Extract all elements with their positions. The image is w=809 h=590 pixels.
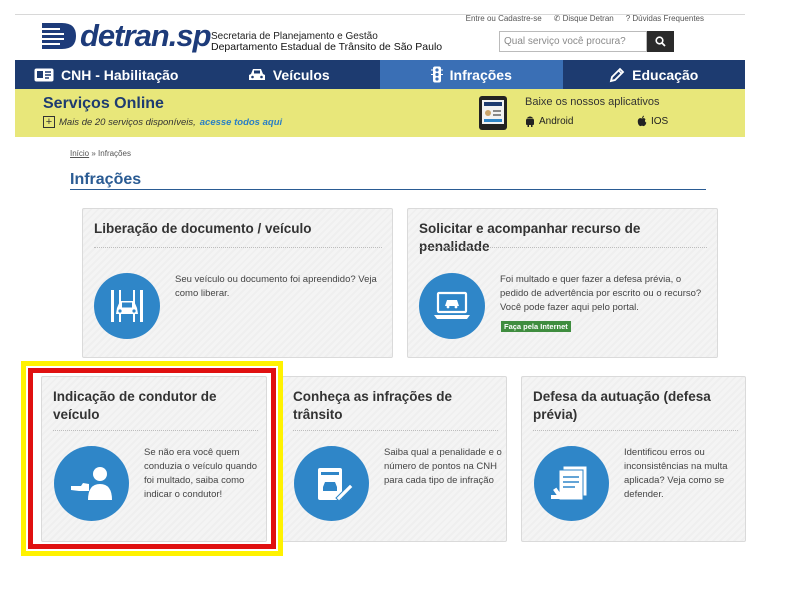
main-nav: CNH - Habilitação Veículos Infrações Edu… bbox=[15, 60, 745, 89]
search-icon bbox=[655, 36, 666, 47]
card-description: Identificou erros ou inconsistências na … bbox=[624, 447, 728, 500]
nav-cnh[interactable]: CNH - Habilitação bbox=[15, 60, 198, 89]
services-title: Serviços Online bbox=[43, 95, 164, 112]
car-release-icon bbox=[94, 273, 160, 339]
card-title: Conheça as infrações de trânsito bbox=[293, 389, 453, 422]
nav-educacao-label: Educação bbox=[632, 66, 699, 83]
logo-emblem-icon bbox=[42, 23, 76, 49]
license-card-icon bbox=[34, 68, 54, 81]
top-links: Entre ou Cadastre-se ✆ Disque Detran ? D… bbox=[466, 14, 704, 23]
card-title: Defesa da autuação (defesa prévia) bbox=[533, 389, 711, 422]
card-title: Liberação de documento / veículo bbox=[94, 221, 312, 236]
nav-veiculos[interactable]: Veículos bbox=[198, 60, 381, 89]
phone-link[interactable]: ✆ Disque Detran bbox=[554, 14, 614, 23]
apple-icon bbox=[637, 115, 647, 127]
nav-infracoes-label: Infrações bbox=[449, 66, 512, 83]
card-description: Foi multado e quer fazer a defesa prévia… bbox=[500, 274, 702, 313]
breadcrumb-current: Infrações bbox=[98, 149, 131, 158]
car-icon bbox=[248, 68, 265, 80]
login-link[interactable]: Entre ou Cadastre-se bbox=[466, 14, 542, 23]
search-button[interactable] bbox=[647, 31, 674, 52]
services-count-text: Mais de 20 serviços disponíveis, bbox=[59, 116, 196, 128]
card-title: Solicitar e acompanhar recurso de penali… bbox=[419, 221, 641, 254]
services-subtitle: + Mais de 20 serviços disponíveis, acess… bbox=[43, 116, 282, 128]
card-recurso[interactable]: Solicitar e acompanhar recurso de penali… bbox=[407, 208, 718, 358]
search-bar bbox=[499, 31, 675, 52]
phone-icon: ✆ bbox=[553, 14, 563, 23]
android-link[interactable]: Android bbox=[525, 115, 573, 127]
ios-label: IOS bbox=[651, 115, 669, 127]
android-icon bbox=[526, 116, 534, 127]
card-divider bbox=[293, 430, 498, 431]
android-label: Android bbox=[539, 115, 574, 127]
breadcrumb: Início » Infrações bbox=[70, 149, 131, 158]
card-description: Saiba qual a penalidade e o número de po… bbox=[384, 447, 502, 486]
department-line2: Departamento Estadual de Trânsito de São… bbox=[211, 41, 443, 53]
card-divider bbox=[533, 430, 738, 431]
plus-icon[interactable]: + bbox=[43, 116, 55, 128]
breadcrumb-home[interactable]: Início bbox=[70, 149, 89, 158]
card-liberacao[interactable]: Liberação de documento / veículo Seu veí… bbox=[82, 208, 393, 358]
card-infracoes[interactable]: Conheça as infrações de trânsito Saiba q… bbox=[281, 376, 507, 542]
phone-app-icon bbox=[479, 96, 507, 130]
faq-link-label: Dúvidas Frequentes bbox=[632, 14, 704, 23]
document-pen-icon bbox=[294, 446, 369, 521]
services-all-link[interactable]: acesse todos aqui bbox=[200, 117, 282, 128]
highlight-frame-red bbox=[28, 368, 276, 549]
ios-link[interactable]: IOS bbox=[637, 115, 668, 127]
card-divider bbox=[94, 247, 382, 248]
nav-educacao[interactable]: Educação bbox=[563, 60, 746, 89]
card-description: Seu veículo ou documento foi apreendido?… bbox=[175, 274, 377, 299]
logo-text: detran.sp bbox=[80, 18, 212, 53]
page-title: Infrações bbox=[70, 171, 142, 188]
card-divider bbox=[419, 247, 707, 248]
traffic-light-icon bbox=[430, 66, 443, 83]
services-banner: Serviços Online + Mais de 20 serviços di… bbox=[15, 89, 745, 137]
nav-cnh-label: CNH - Habilitação bbox=[61, 66, 179, 83]
card-defesa[interactable]: Defesa da autuação (defesa prévia) Ident… bbox=[521, 376, 746, 542]
search-input[interactable] bbox=[499, 31, 647, 52]
nav-veiculos-label: Veículos bbox=[272, 66, 330, 83]
apps-title: Baixe os nossos aplicativos bbox=[525, 96, 660, 108]
logo[interactable]: detran.sp bbox=[40, 18, 212, 54]
breadcrumb-separator: » bbox=[91, 149, 96, 158]
department-name: Secretaria de Planejamento e Gestão Depa… bbox=[211, 31, 442, 53]
nav-infracoes[interactable]: Infrações bbox=[380, 60, 563, 89]
laptop-icon bbox=[419, 273, 485, 339]
pencil-icon bbox=[609, 67, 625, 82]
phone-link-label: Disque Detran bbox=[562, 14, 614, 23]
title-underline bbox=[70, 189, 706, 190]
faq-link[interactable]: ? Dúvidas Frequentes bbox=[626, 14, 704, 23]
gavel-icon bbox=[534, 446, 609, 521]
internet-badge[interactable]: Faça pela Internet bbox=[501, 321, 571, 332]
